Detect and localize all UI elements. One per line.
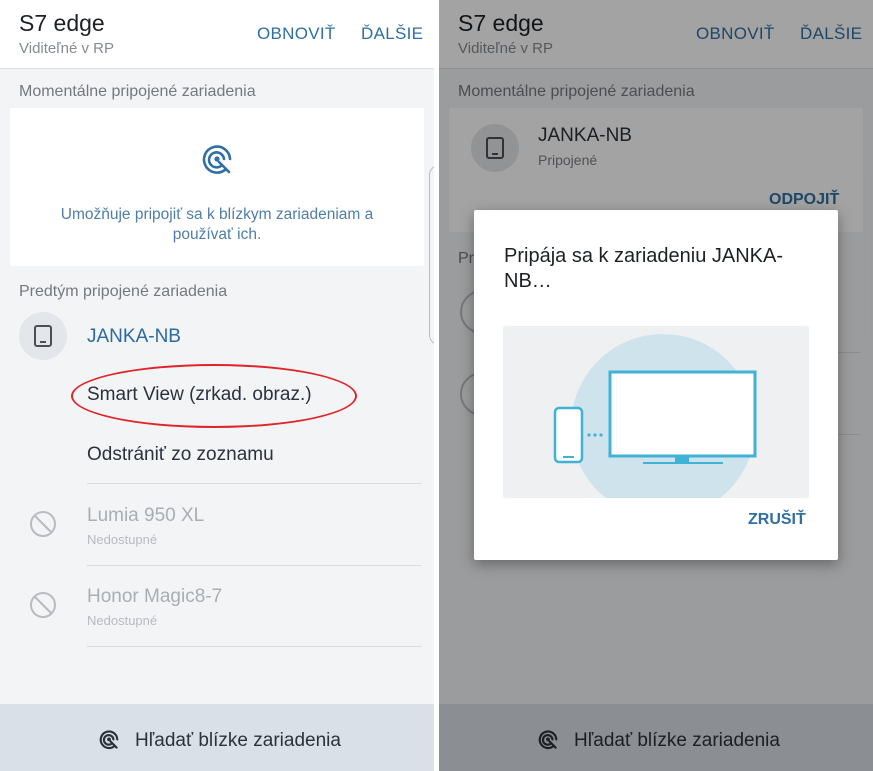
device-name-janka[interactable]: JANKA-NB (87, 326, 181, 348)
device-status-lumia: Nedostupné (87, 532, 158, 547)
previous-devices-heading: Predtým pripojené zariadenia (19, 283, 228, 300)
device-name-honor: Honor Magic8-7 (87, 586, 223, 607)
device-title: S7 edge (19, 10, 105, 36)
dialog-title: Pripája sa k zariadeniu JANKA-NB… (504, 245, 784, 292)
device-avatar (19, 312, 67, 360)
scan-nearby-button[interactable]: Hľadať blízke zariadenia (0, 704, 434, 771)
current-devices-heading: Momentálne pripojené zariadenia (19, 83, 256, 100)
ban-icon (30, 511, 56, 537)
more-button[interactable]: ĎALŠIE (361, 24, 423, 44)
app-header: S7 edge Viditeľné v RP OBNOVIŤ ĎALŠIE (0, 0, 434, 69)
edge-panel-handle[interactable] (868, 165, 873, 345)
nearby-scan-icon (99, 730, 119, 750)
left-screen: S7 edge Viditeľné v RP OBNOVIŤ ĎALŠIE Mo… (0, 0, 434, 771)
device-name-lumia: Lumia 950 XL (87, 505, 205, 526)
mirroring-illustration (503, 326, 809, 498)
scan-nearby-label: Hľadať blízke zariadenia (135, 730, 341, 751)
divider (87, 646, 421, 647)
annotation-circle (71, 364, 357, 428)
nearby-scan-icon (202, 145, 232, 174)
cancel-button[interactable]: ZRUŠIŤ (748, 511, 806, 529)
visibility-subtitle: Viditeľné v RP (19, 40, 114, 57)
connecting-dialog: Pripája sa k zariadeniu JANKA-NB… ZRUŠIŤ (474, 210, 838, 560)
divider (87, 565, 421, 566)
remove-from-list-option[interactable]: Odstrániť zo zoznamu (87, 444, 274, 466)
phone-to-tv-icon (553, 334, 757, 498)
empty-state-text: Umožňuje pripojiť sa k blízkym zariadeni… (60, 206, 374, 243)
refresh-button[interactable]: OBNOVIŤ (257, 24, 336, 44)
device-status-honor: Nedostupné (87, 613, 158, 628)
empty-state-card: Umožňuje pripojiť sa k blízkym zariadeni… (10, 108, 424, 266)
tablet-icon (34, 325, 52, 347)
right-screen: S7 edge Viditeľné v RP OBNOVIŤ ĎALŠIE Mo… (439, 0, 873, 771)
ban-icon (30, 592, 56, 618)
divider (87, 483, 421, 484)
